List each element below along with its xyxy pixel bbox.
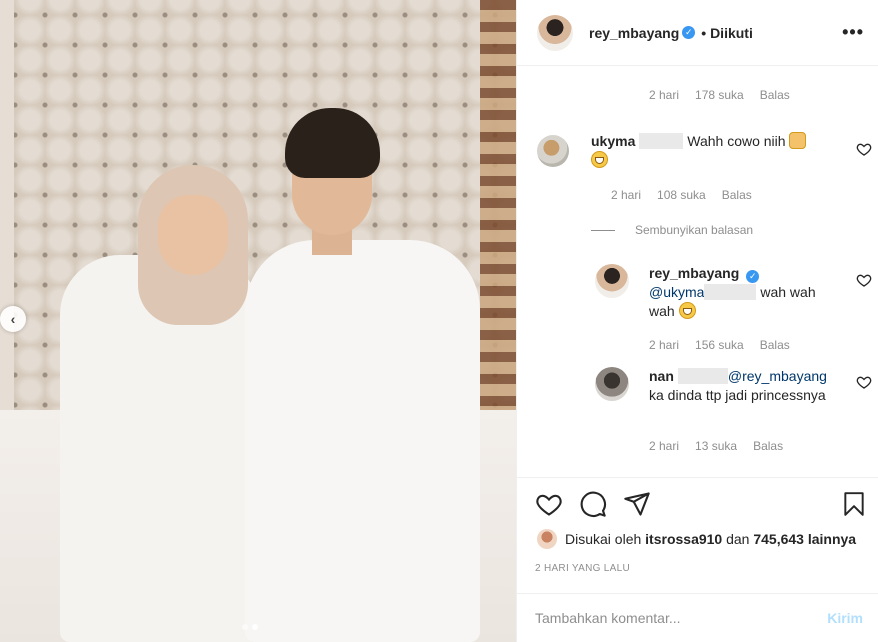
comment-meta: 2 hari 108 suka Balas xyxy=(611,188,752,202)
comment-item: ukyma Wahh cowo niih 2 hari 108 suka Bal… xyxy=(537,132,837,202)
reply-button[interactable]: Balas xyxy=(760,338,790,352)
reply-mention[interactable]: @rey_mbayang xyxy=(728,368,827,384)
actions-divider xyxy=(517,477,878,478)
photo-wall-left xyxy=(0,0,14,460)
reply-item: nan @rey_mbayang ka dinda ttp jadi prince… xyxy=(595,367,855,453)
reply-meta: 2 hari 13 suka Balas xyxy=(649,439,783,453)
more-options-icon[interactable]: ••• xyxy=(842,22,864,43)
comment-time: 2 hari xyxy=(611,188,642,202)
reply-time: 2 hari xyxy=(649,338,680,352)
reply-username[interactable]: nan xyxy=(649,368,674,384)
comment-likes[interactable]: 108 suka xyxy=(657,188,706,202)
post-header: rey_mbayang ✓ • Diikuti ••• xyxy=(517,0,878,66)
reply-time: 2 hari xyxy=(649,439,680,453)
follow-status[interactable]: • Diikuti xyxy=(701,25,753,41)
reply-body: rey_mbayang ✓ @ukyma wah wah wah xyxy=(649,264,839,321)
carousel-prev-button[interactable]: ‹ xyxy=(0,306,26,332)
avatar[interactable] xyxy=(595,367,629,401)
comment-bubble-icon[interactable] xyxy=(579,490,607,518)
instagram-post-view: ‹ rey_mbayang ✓ • Diikuti ••• 2 hari 178… xyxy=(0,0,878,642)
reply-button[interactable]: Balas xyxy=(753,439,783,453)
verified-badge-icon: ✓ xyxy=(682,26,696,39)
redacted-name xyxy=(704,284,757,300)
comment-body: ukyma Wahh cowo niih xyxy=(591,132,831,170)
like-comment-heart-icon[interactable] xyxy=(856,141,872,157)
likes-summary: Disukai oleh itsrossa910 dan 745,643 lai… xyxy=(537,529,856,549)
previous-comment-meta: 2 hari 178 suka Balas xyxy=(649,88,790,102)
comment-text: Wahh cowo niih xyxy=(687,133,786,149)
avatar[interactable] xyxy=(537,529,557,549)
like-reply-heart-icon[interactable] xyxy=(856,374,872,390)
likes-middle: dan xyxy=(726,531,750,547)
liker-username[interactable]: itsrossa910 xyxy=(645,531,722,547)
photo-wall-right xyxy=(480,0,516,470)
avatar[interactable] xyxy=(595,264,629,298)
reply-likes[interactable]: 156 suka xyxy=(695,338,744,352)
author-username[interactable]: rey_mbayang xyxy=(589,25,679,41)
grinning-emoji-icon xyxy=(591,151,608,168)
likes-count[interactable]: 745,643 lainnya xyxy=(753,531,856,547)
raising-hands-emoji-icon xyxy=(789,132,807,149)
photo-man xyxy=(245,240,480,642)
hide-replies-line xyxy=(591,229,615,231)
comment-time: 2 hari xyxy=(649,88,680,102)
verified-badge-icon: ✓ xyxy=(746,270,760,283)
carousel-dot xyxy=(242,624,248,630)
like-reply-heart-icon[interactable] xyxy=(856,272,872,288)
carousel-dots xyxy=(242,624,258,630)
redacted-name xyxy=(677,368,728,384)
comments-panel: rey_mbayang ✓ • Diikuti ••• 2 hari 178 s… xyxy=(516,0,878,642)
post-date[interactable]: 2 HARI YANG LALU xyxy=(535,563,630,574)
reply-button[interactable]: Balas xyxy=(722,188,752,202)
hide-replies-label[interactable]: Sembunyikan balasan xyxy=(635,223,753,237)
hide-replies-button[interactable]: Sembunyikan balasan xyxy=(591,223,753,237)
reply-meta: 2 hari 156 suka Balas xyxy=(649,338,790,352)
redacted-name xyxy=(639,133,684,149)
photo-woman-face xyxy=(158,195,228,275)
share-direct-icon[interactable] xyxy=(623,490,651,518)
save-bookmark-icon[interactable] xyxy=(841,490,867,518)
reply-username[interactable]: rey_mbayang xyxy=(649,265,739,281)
carousel-dot-active xyxy=(252,624,258,630)
reply-mention[interactable]: @ukyma xyxy=(649,284,704,300)
grinning-squint-emoji-icon xyxy=(678,302,696,319)
post-actions-bar xyxy=(535,490,869,520)
add-comment-input[interactable] xyxy=(535,610,828,626)
avatar[interactable] xyxy=(537,14,573,51)
reply-body: nan @rey_mbayang ka dinda ttp jadi prince… xyxy=(649,367,839,405)
reply-text: ka dinda ttp jadi princessnya xyxy=(649,387,826,403)
likes-prefix: Disukai oleh xyxy=(565,531,642,547)
reply-button[interactable]: Balas xyxy=(760,88,790,102)
comment-username[interactable]: ukyma xyxy=(591,133,635,149)
reply-likes[interactable]: 13 suka xyxy=(695,439,737,453)
like-heart-icon[interactable] xyxy=(535,490,563,518)
add-comment-form: Kirim xyxy=(517,593,878,642)
comment-likes[interactable]: 178 suka xyxy=(695,88,744,102)
post-photo[interactable]: ‹ xyxy=(0,0,516,642)
avatar[interactable] xyxy=(537,135,569,167)
post-comment-button[interactable]: Kirim xyxy=(827,610,863,626)
reply-item: rey_mbayang ✓ @ukyma wah wah wah 2 hari 1… xyxy=(595,264,855,352)
